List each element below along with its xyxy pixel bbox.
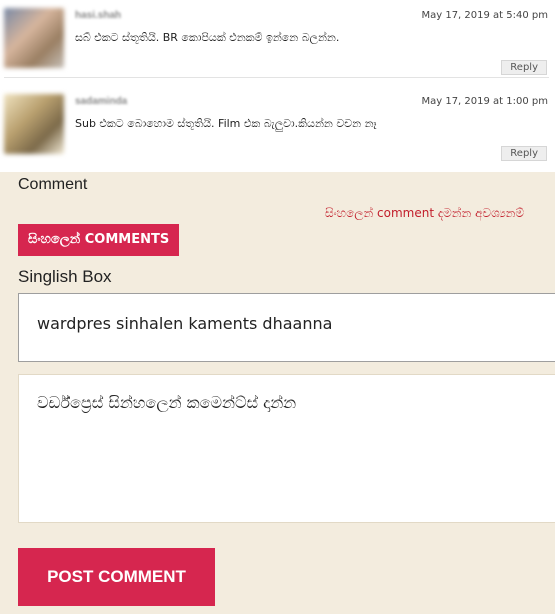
comment-item: hasi.shah May 17, 2019 at 5:40 pm සබ් එක…: [0, 0, 555, 86]
sinhala-comments-button[interactable]: සිංහලෙන් COMMENTS: [18, 224, 180, 256]
comment-item: sadaminda May 17, 2019 at 1:00 pm Sub එක…: [0, 86, 555, 172]
comment-label: Comment: [18, 176, 88, 193]
reply-button[interactable]: Reply: [501, 60, 547, 75]
singlish-input[interactable]: wardpres sinhalen kaments dhaanna: [18, 293, 555, 362]
reply-button[interactable]: Reply: [501, 146, 547, 161]
sinhala-notice: සිංහලෙන් comment දමන්න අවශ්‍යනම්: [325, 206, 525, 220]
avatar: [4, 94, 64, 154]
avatar: [4, 8, 64, 68]
comment-date[interactable]: May 17, 2019 at 1:00 pm: [421, 96, 548, 107]
divider: [4, 77, 549, 78]
comment-date[interactable]: May 17, 2019 at 5:40 pm: [421, 10, 548, 21]
comment-text: සබ් එකට ස්තූතියි. BR කොපියක් එනකම් ඉන්නෙ…: [75, 31, 340, 44]
comment-author: hasi.shah: [75, 10, 122, 21]
comment-author: sadaminda: [75, 96, 128, 107]
comment-text: Sub එකට බොහොම ස්තූතියි. Film එක බැලුවා.ක…: [75, 117, 377, 130]
comment-textarea[interactable]: වර්ඩ්ප්‍රෙස් සින්හලෙන් කමෙන්ට්ස් දාන්න: [18, 374, 555, 523]
comments-list: hasi.shah May 17, 2019 at 5:40 pm සබ් එක…: [0, 0, 555, 172]
singlish-box-label: Singlish Box: [18, 267, 112, 286]
post-comment-button[interactable]: POST COMMENT: [18, 548, 215, 606]
